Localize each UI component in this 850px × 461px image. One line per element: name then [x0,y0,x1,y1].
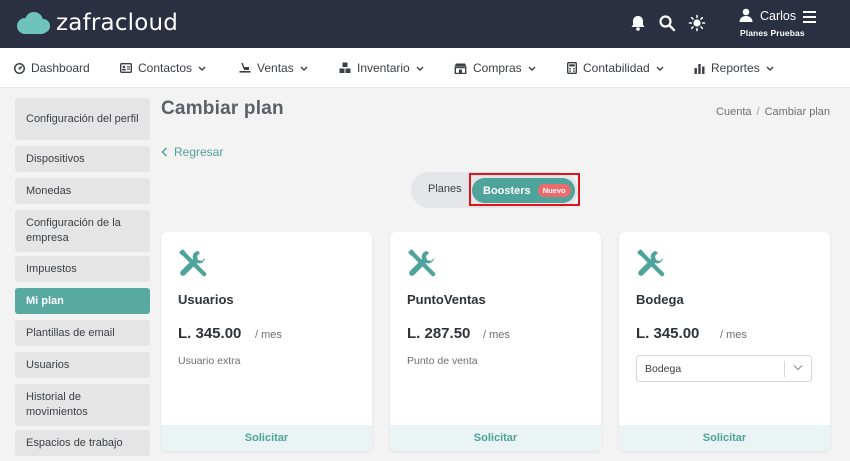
chevron-down-icon [416,66,424,71]
bodega-select[interactable]: Bodega [636,355,812,382]
back-link-label: Regresar [174,145,224,159]
sidebar-item-label: Monedas [26,184,72,197]
nav-dashboard-label: Dashboard [31,61,90,75]
sidebar-item-label: Usuarios [26,358,70,371]
card-name: PuntoVentas [407,292,486,307]
sidebar-item-perfil[interactable]: Configuración del perfil [15,98,150,140]
sidebar-item-espacios[interactable]: Espacios de trabajo [15,430,150,456]
chevron-down-icon [766,66,774,71]
sidebar-item-label: Mi plan [26,294,64,307]
booster-card-puntoventas: PuntoVentas L. 287.50 / mes Punto de ven… [390,232,601,451]
sidebar-item-label: Dispositivos [26,152,85,165]
nav-ventas-label: Ventas [257,61,294,75]
sales-icon [239,62,251,73]
booster-card-usuarios: Usuarios L. 345.00 / mes Usuario extra S… [161,232,372,451]
breadcrumb-parent[interactable]: Cuenta [716,106,751,118]
card-description: Punto de venta [407,355,478,367]
sidebar-item-empresa[interactable]: Configuración de la empresa [15,210,150,252]
sidebar-item-label: Configuración de la empresa [26,217,121,244]
nav-contabilidad-label: Contabilidad [583,61,650,75]
breadcrumb: Cuenta / Cambiar plan [716,106,830,118]
chevron-down-icon [528,66,536,71]
search-icon[interactable] [658,14,676,32]
solicitar-button[interactable]: Solicitar [619,425,830,451]
sidebar-item-label: Espacios de trabajo [26,436,123,449]
sidebar-item-label: Impuestos [26,262,77,275]
user-plan: Planes Pruebas [740,28,805,38]
solicitar-button[interactable]: Solicitar [390,425,601,451]
calculator-icon [567,62,577,74]
logo-text: zafracloud [56,10,179,36]
dashboard-icon [14,62,25,74]
card-price: L. 287.50 [407,325,471,342]
nav-compras[interactable]: Compras [454,48,536,88]
chart-icon [694,63,705,74]
sidebar-item-historial[interactable]: Historial de movimientos [15,384,150,426]
card-period: / mes [255,329,282,341]
nav-compras-label: Compras [473,61,522,75]
sun-icon[interactable] [688,14,706,32]
chevron-down-icon [656,66,664,71]
top-bar: zafracloud Carlos Planes Pruebas [0,0,850,48]
tools-icon [637,249,665,277]
sidebar-item-plantillas[interactable]: Plantillas de email [15,320,150,346]
card-period: / mes [720,329,747,341]
bodega-select-value: Bodega [645,363,682,375]
nav-ventas[interactable]: Ventas [239,48,308,88]
card-description: Usuario extra [178,355,241,367]
page-title: Cambiar plan [161,98,284,119]
logo[interactable]: zafracloud [14,8,178,38]
card-name: Usuarios [178,292,234,307]
inventory-icon [339,62,351,73]
booster-card-bodega: Bodega L. 345.00 / mes Bodega Solicitar [619,232,830,451]
back-link[interactable]: Regresar [161,145,223,159]
nav-reportes-label: Reportes [711,61,760,75]
hamburger-icon[interactable] [803,11,816,23]
chevron-down-icon [198,66,206,71]
tab-planes[interactable]: Planes [428,183,462,195]
user-name: Carlos [760,9,797,23]
contacts-icon [120,63,132,73]
bell-icon[interactable] [629,14,647,32]
card-price: L. 345.00 [636,325,700,342]
card-name: Bodega [636,292,684,307]
nav-inventario[interactable]: Inventario [339,48,424,88]
select-divider [784,361,785,377]
tools-icon [179,249,207,277]
card-price: L. 345.00 [178,325,242,342]
nav-reportes[interactable]: Reportes [694,48,774,88]
sidebar-item-impuestos[interactable]: Impuestos [15,256,150,282]
main-nav: Dashboard Contactos Ventas Inventario Co… [0,48,850,88]
nav-dashboard[interactable]: Dashboard [14,48,90,88]
chevron-down-icon [300,66,308,71]
sidebar-item-label: Plantillas de email [26,326,115,339]
sidebar-item-usuarios[interactable]: Usuarios [15,352,150,378]
sidebar-item-label: Configuración del perfil [26,112,139,125]
chevron-left-icon [161,147,168,157]
breadcrumb-separator: / [756,106,760,118]
sidebar-item-label: Historial de movimientos [26,391,88,418]
nav-contactos[interactable]: Contactos [120,48,206,88]
nav-inventario-label: Inventario [357,61,410,75]
sidebar-item-dispositivos[interactable]: Dispositivos [15,146,150,172]
card-period: / mes [483,329,510,341]
chevron-down-icon [793,365,803,371]
breadcrumb-current: Cambiar plan [764,106,830,118]
cloud-icon [17,12,50,34]
sidebar-item-mi-plan[interactable]: Mi plan [15,288,150,314]
selection-highlight [469,173,580,206]
solicitar-button[interactable]: Solicitar [161,425,372,451]
sidebar-item-monedas[interactable]: Monedas [15,178,150,204]
user-icon [739,8,753,22]
nav-contabilidad[interactable]: Contabilidad [567,48,664,88]
nav-contactos-label: Contactos [138,61,193,75]
store-icon [454,63,467,74]
tools-icon [408,249,436,277]
